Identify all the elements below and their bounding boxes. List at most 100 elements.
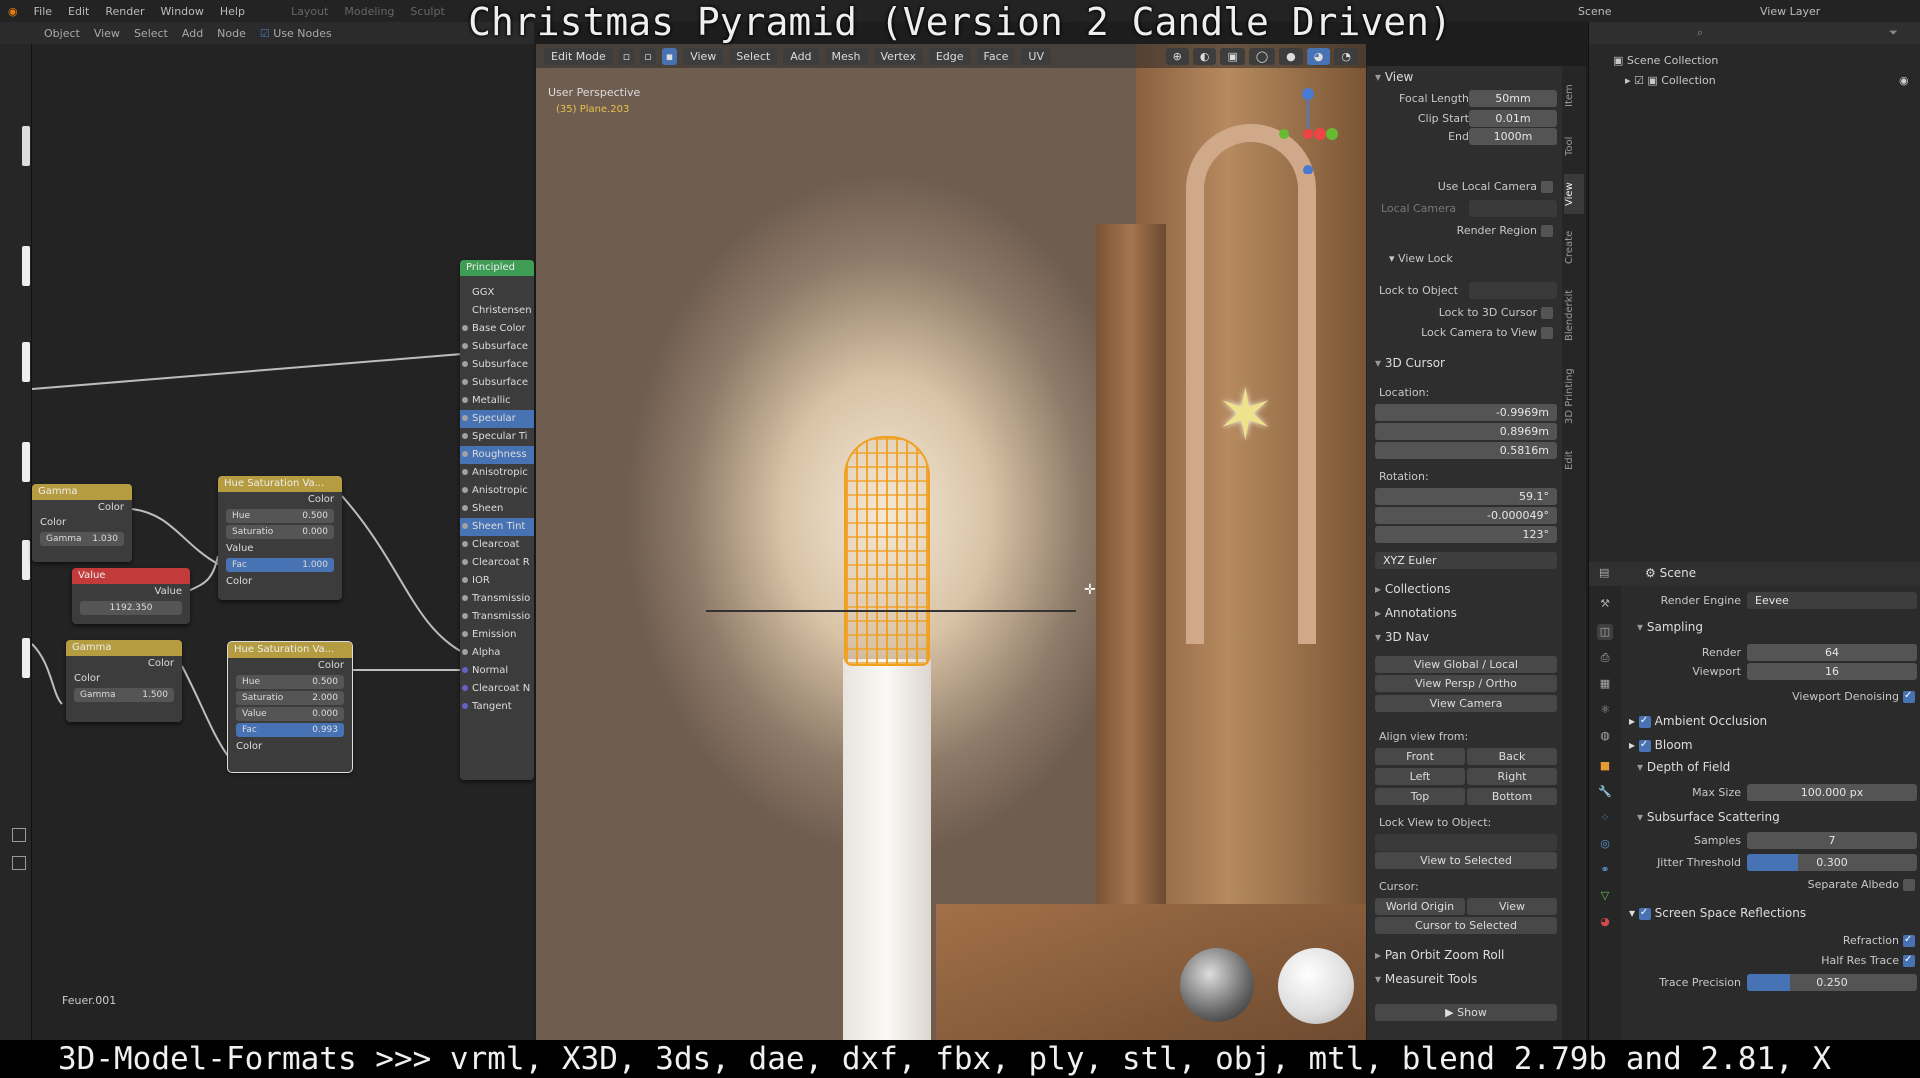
view-to-selected-button[interactable]: View to Selected bbox=[1375, 852, 1557, 869]
principled-input-row[interactable]: Sheen bbox=[460, 500, 534, 518]
world-tab-icon[interactable]: ◍ bbox=[1597, 728, 1613, 744]
input-socket[interactable] bbox=[462, 649, 468, 655]
principled-input-row[interactable]: Normal bbox=[460, 662, 534, 680]
overlay-toggle-icon[interactable]: ◐ bbox=[1192, 47, 1217, 65]
workspace-tab-layout[interactable]: Layout bbox=[291, 5, 328, 18]
world-origin-button[interactable]: World Origin bbox=[1375, 898, 1465, 915]
principled-input-row[interactable]: Subsurface bbox=[460, 338, 534, 356]
align-bottom-button[interactable]: Bottom bbox=[1467, 788, 1557, 805]
view-global-local-button[interactable]: View Global / Local bbox=[1375, 656, 1557, 673]
view-section-header[interactable]: View bbox=[1367, 66, 1563, 88]
view-camera-button[interactable]: View Camera bbox=[1375, 695, 1557, 712]
viewport-menu-uv[interactable]: UV bbox=[1021, 47, 1051, 65]
face-select-icon[interactable]: ▪ bbox=[661, 47, 678, 65]
workspace-tab-sculpt[interactable]: Sculpt bbox=[410, 5, 444, 18]
max-size-field[interactable]: 100.000 px bbox=[1747, 784, 1917, 801]
3d-cursor-section-header[interactable]: 3D Cursor bbox=[1367, 352, 1563, 374]
sss-section-header[interactable]: Subsurface Scattering bbox=[1629, 806, 1919, 828]
input-socket[interactable] bbox=[462, 613, 468, 619]
menu-window[interactable]: Window bbox=[161, 5, 204, 18]
filter-icon[interactable]: ⏷ bbox=[1889, 26, 1898, 40]
3d-nav-section-header[interactable]: 3D Nav bbox=[1367, 626, 1563, 648]
physics-tab-icon[interactable]: ◎ bbox=[1597, 836, 1613, 852]
input-socket[interactable] bbox=[462, 685, 468, 691]
menu-file[interactable]: File bbox=[34, 5, 52, 18]
node-menu-select[interactable]: Select bbox=[134, 27, 168, 40]
bloom-checkbox[interactable] bbox=[1638, 739, 1651, 752]
principled-input-row[interactable]: Metallic bbox=[460, 392, 534, 410]
render-region-checkbox[interactable] bbox=[1541, 225, 1553, 237]
hue-saturation-node[interactable]: Hue Saturation Va... Color Hue 0.500 Satu… bbox=[227, 641, 353, 773]
viewport-menu-view[interactable]: View bbox=[683, 47, 724, 65]
hue-field[interactable]: Hue 0.500 bbox=[236, 675, 344, 689]
cursor-rot-z-field[interactable]: 123° bbox=[1375, 526, 1557, 543]
use-local-camera-checkbox[interactable] bbox=[1541, 181, 1553, 193]
3d-viewport[interactable]: ✶ ✛ User Perspective (35) Plane.203 bbox=[536, 44, 1366, 1040]
gamma-field[interactable]: Gamma 1.500 bbox=[74, 688, 174, 702]
tab-edit[interactable]: Edit bbox=[1564, 442, 1584, 478]
cursor-z-field[interactable]: 0.5816m bbox=[1375, 442, 1557, 459]
node-image-icon[interactable] bbox=[12, 856, 26, 870]
ssr-checkbox[interactable] bbox=[1638, 907, 1651, 920]
view-lock-header[interactable]: ▾ View Lock bbox=[1389, 252, 1453, 265]
input-socket[interactable] bbox=[462, 667, 468, 673]
tab-tool[interactable]: Tool bbox=[1564, 126, 1584, 166]
material-shading-icon[interactable]: ◕ bbox=[1306, 47, 1331, 65]
scene-tab-icon[interactable]: ⚛ bbox=[1597, 702, 1613, 718]
cursor-y-field[interactable]: 0.8969m bbox=[1375, 423, 1557, 440]
ambient-occlusion-header[interactable]: ▸ Ambient Occlusion bbox=[1629, 714, 1767, 728]
input-socket[interactable] bbox=[462, 631, 468, 637]
saturation-field[interactable]: Saturatio 0.000 bbox=[226, 525, 334, 539]
3d-cursor-icon[interactable]: ✛ bbox=[1084, 582, 1096, 598]
measureit-section-header[interactable]: Measureit Tools bbox=[1367, 968, 1563, 990]
gamma-node[interactable]: Gamma Color Color Gamma 1.500 bbox=[66, 640, 182, 722]
principled-input-row[interactable]: Sheen Tint bbox=[460, 518, 534, 536]
viewport-menu-select[interactable]: Select bbox=[729, 47, 778, 65]
align-right-button[interactable]: Right bbox=[1467, 768, 1557, 785]
data-tab-icon[interactable]: ▽ bbox=[1597, 888, 1613, 904]
viewport-samples-field[interactable]: 16 bbox=[1747, 663, 1917, 680]
bloom-header[interactable]: ▸ Bloom bbox=[1629, 738, 1693, 752]
input-socket[interactable] bbox=[462, 397, 468, 403]
input-socket[interactable] bbox=[462, 577, 468, 583]
tool-button[interactable] bbox=[22, 246, 30, 286]
principled-input-row[interactable]: Christensen bbox=[460, 302, 534, 320]
rotation-mode-dropdown[interactable]: XYZ Euler bbox=[1375, 552, 1557, 569]
gizmo-toggle-icon[interactable]: ⊕ bbox=[1165, 47, 1189, 65]
local-camera-field[interactable] bbox=[1469, 200, 1557, 217]
view-persp-ortho-button[interactable]: View Persp / Ortho bbox=[1375, 675, 1557, 692]
lock-3d-cursor-checkbox[interactable] bbox=[1541, 307, 1553, 319]
output-tab-icon[interactable]: ⎙ bbox=[1597, 650, 1613, 666]
focal-length-field[interactable]: 50mm bbox=[1469, 90, 1557, 107]
measureit-show-button[interactable]: ▶ Show bbox=[1375, 1004, 1557, 1021]
view-layer-tab-icon[interactable]: ▦ bbox=[1597, 676, 1613, 692]
tool-button[interactable] bbox=[22, 442, 30, 482]
lock-to-object-field[interactable] bbox=[1469, 282, 1557, 299]
collections-section-header[interactable]: Collections bbox=[1367, 578, 1563, 600]
collection-row[interactable]: ▸ ☑ ▣ Collection bbox=[1625, 74, 1716, 87]
value-field[interactable]: Value 0.000 bbox=[236, 707, 344, 721]
value-node[interactable]: Value Value 1192.350 bbox=[72, 568, 190, 624]
refraction-checkbox[interactable] bbox=[1903, 934, 1915, 947]
principled-input-row[interactable]: Subsurface bbox=[460, 356, 534, 374]
clip-start-field[interactable]: 0.01m bbox=[1469, 110, 1557, 127]
input-socket[interactable] bbox=[462, 505, 468, 511]
principled-input-row[interactable]: IOR bbox=[460, 572, 534, 590]
render-samples-field[interactable]: 64 bbox=[1747, 644, 1917, 661]
align-left-button[interactable]: Left bbox=[1375, 768, 1465, 785]
input-socket[interactable] bbox=[462, 541, 468, 547]
value-field[interactable]: 1192.350 bbox=[80, 601, 182, 615]
menu-edit[interactable]: Edit bbox=[68, 5, 89, 18]
viewport-menu-mesh[interactable]: Mesh bbox=[824, 47, 868, 65]
align-top-button[interactable]: Top bbox=[1375, 788, 1465, 805]
principled-input-row[interactable]: Clearcoat bbox=[460, 536, 534, 554]
input-socket[interactable] bbox=[462, 451, 468, 457]
principled-input-row[interactable]: Clearcoat R bbox=[460, 554, 534, 572]
viewport-menu-vertex[interactable]: Vertex bbox=[873, 47, 923, 65]
input-socket[interactable] bbox=[462, 307, 468, 313]
gamma-field[interactable]: Gamma 1.030 bbox=[40, 532, 124, 546]
vertex-select-icon[interactable]: ▫ bbox=[618, 47, 635, 65]
lock-camera-checkbox[interactable] bbox=[1541, 327, 1553, 339]
ssr-header[interactable]: ▾ Screen Space Reflections bbox=[1629, 906, 1806, 920]
modifier-tab-icon[interactable]: 🔧 bbox=[1597, 784, 1613, 800]
